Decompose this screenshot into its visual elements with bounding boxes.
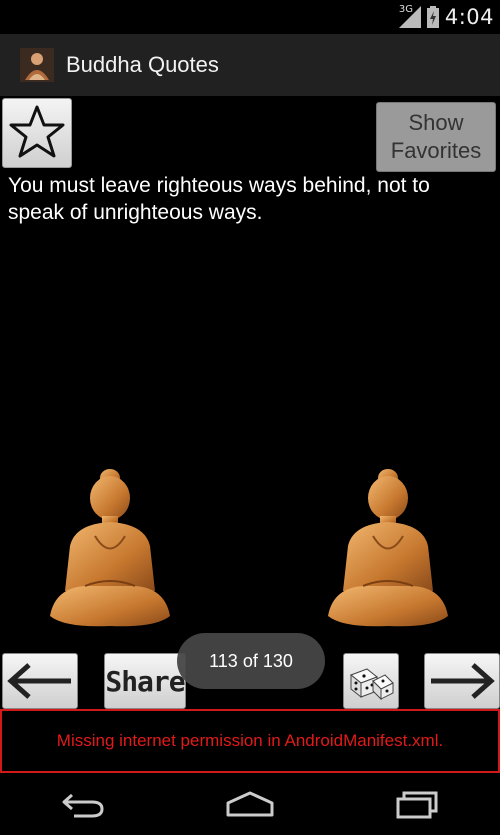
share-label: Share [105, 664, 185, 698]
quote-text: You must leave righteous ways behind, no… [8, 174, 430, 224]
home-icon [226, 791, 274, 817]
quote-counter-toast: 113 of 130 [177, 633, 325, 689]
network-type: 3G [398, 4, 413, 15]
app-title: Buddha Quotes [66, 52, 219, 77]
show-favorites-button[interactable]: Show Favorites [376, 102, 496, 172]
arrow-left-icon [7, 663, 71, 699]
back-button[interactable] [53, 784, 113, 824]
system-navigation-bar [0, 773, 500, 835]
battery-icon [426, 6, 439, 28]
next-button[interactable] [424, 653, 500, 709]
status-bar: 3G 4:04 [0, 0, 500, 34]
previous-button[interactable] [2, 653, 78, 709]
status-time: 4:04 [444, 5, 494, 29]
dice-icon [350, 668, 394, 701]
show-favorites-label-line1: Show [408, 110, 464, 135]
random-quote-button[interactable] [343, 653, 399, 709]
app-icon[interactable] [20, 48, 54, 82]
signal-icon: 3G [398, 4, 421, 28]
star-outline-icon [9, 105, 65, 158]
home-button[interactable] [220, 784, 280, 824]
back-icon [62, 793, 104, 818]
ad-error-message: Missing internet permission in AndroidMa… [56, 731, 444, 750]
recents-icon [396, 791, 438, 819]
buddha-image-left [50, 469, 170, 627]
arrow-right-icon [431, 663, 495, 699]
favorite-button[interactable] [2, 98, 72, 168]
action-bar: Buddha Quotes [0, 34, 500, 96]
main-content: Show Favorites You must leave righteous … [0, 96, 500, 709]
show-favorites-label-line2: Favorites [390, 138, 482, 163]
share-button[interactable]: Share [104, 653, 186, 709]
recents-button[interactable] [387, 784, 447, 824]
ad-banner[interactable]: Missing internet permission in AndroidMa… [0, 709, 500, 773]
buddha-image-right [328, 469, 448, 627]
